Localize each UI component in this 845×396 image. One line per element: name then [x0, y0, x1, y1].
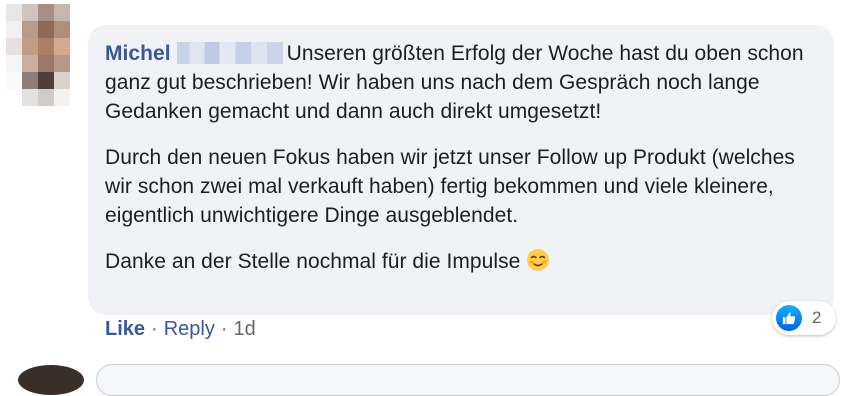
reaction-count: 2	[812, 308, 822, 327]
comment-paragraph-1: Michel Unseren größten Erfolg der Woche h…	[105, 39, 816, 126]
reaction-summary[interactable]: 2	[772, 301, 836, 335]
thumbs-up-icon	[776, 305, 802, 331]
timestamp-link[interactable]: 1d	[234, 318, 256, 341]
next-comment-bubble	[96, 364, 840, 396]
blurred-surname	[176, 42, 283, 64]
separator-dot: ·	[151, 318, 158, 340]
reply-link[interactable]: Reply	[164, 318, 215, 341]
comment-paragraph-3: Danke an der Stelle nochmal für die Impu…	[105, 247, 816, 276]
author-name[interactable]: Michel	[105, 42, 171, 65]
commenter-avatar[interactable]	[6, 4, 86, 123]
comment-paragraph-2: Durch den neuen Fokus haben wir jetzt un…	[105, 146, 795, 227]
like-link[interactable]: Like	[105, 318, 145, 341]
comment-actions: Like · Reply · 1d	[105, 318, 256, 341]
relieved-face-emoji-icon	[526, 248, 550, 272]
comment-text: Danke an der Stelle nochmal für die Impu…	[105, 250, 521, 273]
comment-bubble: Michel Unseren größten Erfolg der Woche h…	[88, 25, 834, 315]
separator-dot: ·	[220, 318, 228, 340]
